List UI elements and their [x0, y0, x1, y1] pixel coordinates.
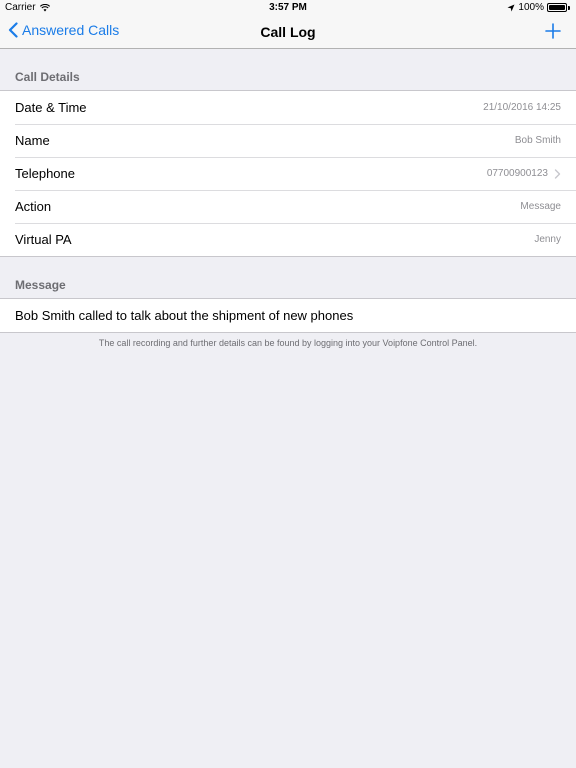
- telephone-value-wrap: 07700900123: [487, 168, 561, 179]
- action-label: Action: [15, 199, 52, 214]
- chevron-right-icon: [554, 168, 561, 179]
- row-date-time: Date & Time 21/10/2016 14:25: [0, 91, 576, 124]
- date-time-label: Date & Time: [15, 100, 87, 115]
- message-text: Bob Smith called to talk about the shipm…: [15, 308, 354, 323]
- date-time-value: 21/10/2016 14:25: [483, 102, 561, 113]
- footer-note: The call recording and further details c…: [98, 338, 478, 348]
- battery-icon: [547, 3, 570, 12]
- name-value: Bob Smith: [514, 135, 561, 146]
- status-bar: Carrier 3:57 PM 100%: [0, 0, 576, 16]
- battery-percent: 100%: [518, 2, 544, 13]
- action-value: Message: [520, 201, 561, 212]
- call-details-header: Call Details: [15, 70, 80, 84]
- location-arrow-icon: [507, 4, 515, 11]
- page-title: Call Log: [260, 24, 316, 40]
- message-header: Message: [15, 278, 66, 292]
- message-row: Bob Smith called to talk about the shipm…: [0, 299, 576, 332]
- navigation-bar: Answered Calls Call Log: [0, 16, 576, 49]
- name-label: Name: [15, 133, 50, 148]
- virtual-pa-label: Virtual PA: [15, 232, 72, 247]
- row-telephone[interactable]: Telephone 07700900123: [0, 157, 576, 190]
- message-group: Bob Smith called to talk about the shipm…: [0, 298, 576, 333]
- row-virtual-pa: Virtual PA Jenny: [0, 223, 576, 256]
- add-button[interactable]: [544, 22, 562, 40]
- row-name: Name Bob Smith: [0, 124, 576, 157]
- call-details-group: Date & Time 21/10/2016 14:25 Name Bob Sm…: [0, 90, 576, 257]
- status-right: 100%: [507, 2, 570, 13]
- telephone-label: Telephone: [15, 166, 75, 181]
- telephone-value: 07700900123: [486, 168, 548, 179]
- row-action: Action Message: [0, 190, 576, 223]
- virtual-pa-value: Jenny: [534, 234, 561, 245]
- plus-icon: [545, 23, 561, 39]
- status-time: 3:57 PM: [269, 2, 307, 13]
